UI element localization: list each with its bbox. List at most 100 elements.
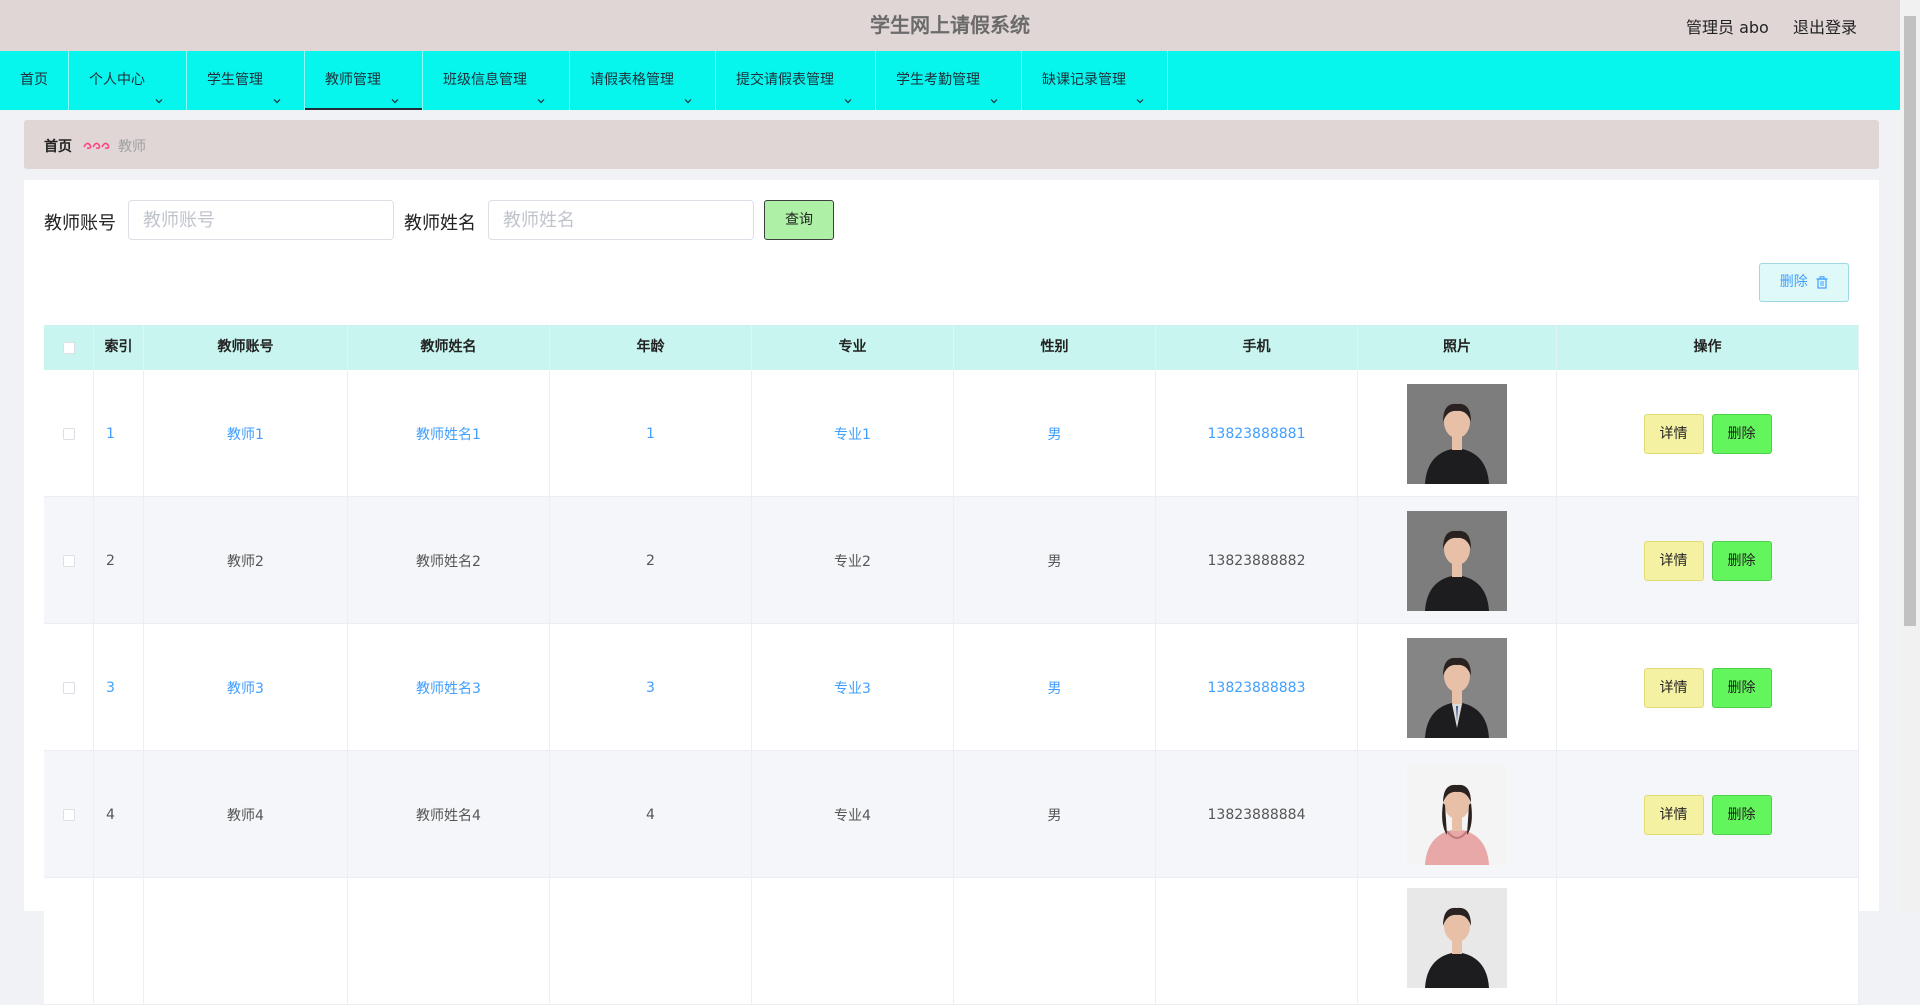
cell-account: 教师3	[144, 624, 348, 751]
column-header: 教师账号	[144, 325, 348, 370]
row-checkbox[interactable]	[62, 681, 75, 694]
column-header: 手机	[1156, 325, 1358, 370]
admin-label: 管理员 abo	[1686, 18, 1769, 37]
cell-age: 1	[550, 370, 752, 497]
cell-name: 教师姓名3	[348, 624, 550, 751]
nav-item-4[interactable]: 班级信息管理	[423, 51, 570, 110]
row-delete-button[interactable]: 删除	[1711, 413, 1772, 454]
nav-item-label: 请假表格管理	[590, 72, 674, 88]
detail-button[interactable]: 详情	[1643, 540, 1704, 581]
detail-button[interactable]: 详情	[1643, 794, 1704, 835]
cell-name: 教师姓名4	[348, 751, 550, 878]
top-header: 学生网上请假系统 管理员 abo 退出登录	[0, 0, 1900, 51]
content-card: 教师账号 教师姓名 查询 删除 索引教师账号教师姓名年龄专业性别手机照片操作 1…	[24, 180, 1879, 1005]
cell-index: 2	[94, 497, 144, 624]
trash-icon	[1816, 275, 1828, 289]
detail-button[interactable]: 详情	[1643, 413, 1704, 454]
cell-photo	[1358, 751, 1557, 878]
teacher-name-label: 教师姓名	[404, 213, 476, 234]
app-title: 学生网上请假系统	[870, 13, 1030, 37]
nav-item-label: 班级信息管理	[443, 72, 527, 88]
breadcrumb-home[interactable]: 首页	[44, 136, 72, 156]
nav-item-3[interactable]: 教师管理	[305, 51, 423, 110]
teacher-account-label: 教师账号	[44, 213, 116, 234]
table-row[interactable]	[44, 878, 1859, 1005]
breadcrumb-current: 教师	[118, 139, 146, 155]
scroll-thumb[interactable]	[1904, 16, 1916, 626]
chevron-down-icon	[389, 74, 401, 104]
cell-gender: 男	[954, 751, 1156, 878]
column-header: 性别	[954, 325, 1156, 370]
page-scrollbar[interactable]	[1900, 0, 1920, 911]
cell-gender: 男	[954, 624, 1156, 751]
row-delete-button[interactable]: 删除	[1711, 794, 1772, 835]
cell-age: 4	[550, 751, 752, 878]
nav-item-5[interactable]: 请假表格管理	[570, 51, 716, 110]
cell-phone: 13823888881	[1156, 370, 1358, 497]
row-checkbox[interactable]	[62, 554, 75, 567]
cell-phone: 13823888883	[1156, 624, 1358, 751]
row-delete-button[interactable]: 删除	[1711, 667, 1772, 708]
cell-major: 专业1	[752, 370, 954, 497]
nav-item-2[interactable]: 学生管理	[187, 51, 305, 110]
chevron-down-icon	[153, 74, 165, 104]
table-row[interactable]: 4 教师4 教师姓名4 4 专业4 男 13823888884 详情 删除	[44, 751, 1859, 878]
nav-item-label: 提交请假表管理	[736, 72, 834, 88]
cell-phone	[1156, 878, 1358, 1005]
cell-major	[752, 878, 954, 1005]
bulk-delete-label: 删除	[1779, 274, 1808, 290]
row-select-cell	[44, 878, 94, 1005]
column-header: 教师姓名	[348, 325, 550, 370]
cell-major: 专业3	[752, 624, 954, 751]
column-header: 操作	[1557, 325, 1859, 370]
teacher-name-input[interactable]	[488, 200, 754, 240]
row-select-cell	[44, 497, 94, 624]
nav-item-6[interactable]: 提交请假表管理	[716, 51, 876, 110]
column-header: 专业	[752, 325, 954, 370]
chevron-down-icon	[842, 74, 854, 104]
cell-phone: 13823888884	[1156, 751, 1358, 878]
nav-item-label: 缺课记录管理	[1042, 72, 1126, 88]
nav-item-label: 学生管理	[207, 72, 263, 88]
chevron-down-icon	[1134, 74, 1146, 104]
teacher-photo	[1407, 888, 1507, 988]
column-header: 年龄	[550, 325, 752, 370]
row-checkbox[interactable]	[62, 427, 75, 440]
teacher-account-input[interactable]	[128, 200, 394, 240]
row-checkbox[interactable]	[62, 808, 75, 821]
cell-name: 教师姓名1	[348, 370, 550, 497]
cell-index	[94, 878, 144, 1005]
row-select-cell	[44, 751, 94, 878]
cell-age: 3	[550, 624, 752, 751]
select-all-cell	[44, 325, 94, 370]
chevron-down-icon	[682, 74, 694, 104]
cell-major: 专业2	[752, 497, 954, 624]
table-row[interactable]: 3 教师3 教师姓名3 3 专业3 男 13823888883 详情 删除	[44, 624, 1859, 751]
column-header: 索引	[94, 325, 144, 370]
logout-link[interactable]: 退出登录	[1793, 14, 1857, 38]
column-header: 照片	[1358, 325, 1557, 370]
query-button[interactable]: 查询	[764, 200, 834, 240]
cell-age	[550, 878, 752, 1005]
nav-item-label: 学生考勤管理	[896, 72, 980, 88]
cell-name	[348, 878, 550, 1005]
cell-gender: 男	[954, 497, 1156, 624]
table-row[interactable]: 2 教师2 教师姓名2 2 专业2 男 13823888882 详情 删除	[44, 497, 1859, 624]
breadcrumb: 首页 教师	[24, 120, 1879, 169]
cell-actions: 详情 删除	[1557, 370, 1859, 497]
nav-item-8[interactable]: 缺课记录管理	[1022, 51, 1168, 110]
nav-item-0[interactable]: 首页	[0, 51, 69, 110]
cell-actions: 详情 删除	[1557, 497, 1859, 624]
table-row[interactable]: 1 教师1 教师姓名1 1 专业1 男 13823888881 详情 删除	[44, 370, 1859, 497]
nav-item-1[interactable]: 个人中心	[69, 51, 187, 110]
row-delete-button[interactable]: 删除	[1711, 540, 1772, 581]
nav-item-7[interactable]: 学生考勤管理	[876, 51, 1022, 110]
cell-gender: 男	[954, 370, 1156, 497]
teacher-photo	[1407, 383, 1507, 484]
detail-button[interactable]: 详情	[1643, 667, 1704, 708]
cell-photo	[1358, 624, 1557, 751]
select-all-checkbox[interactable]	[62, 341, 75, 354]
bulk-delete-button[interactable]: 删除	[1759, 263, 1849, 302]
teacher-photo	[1407, 510, 1507, 611]
chevron-down-icon	[271, 74, 283, 104]
